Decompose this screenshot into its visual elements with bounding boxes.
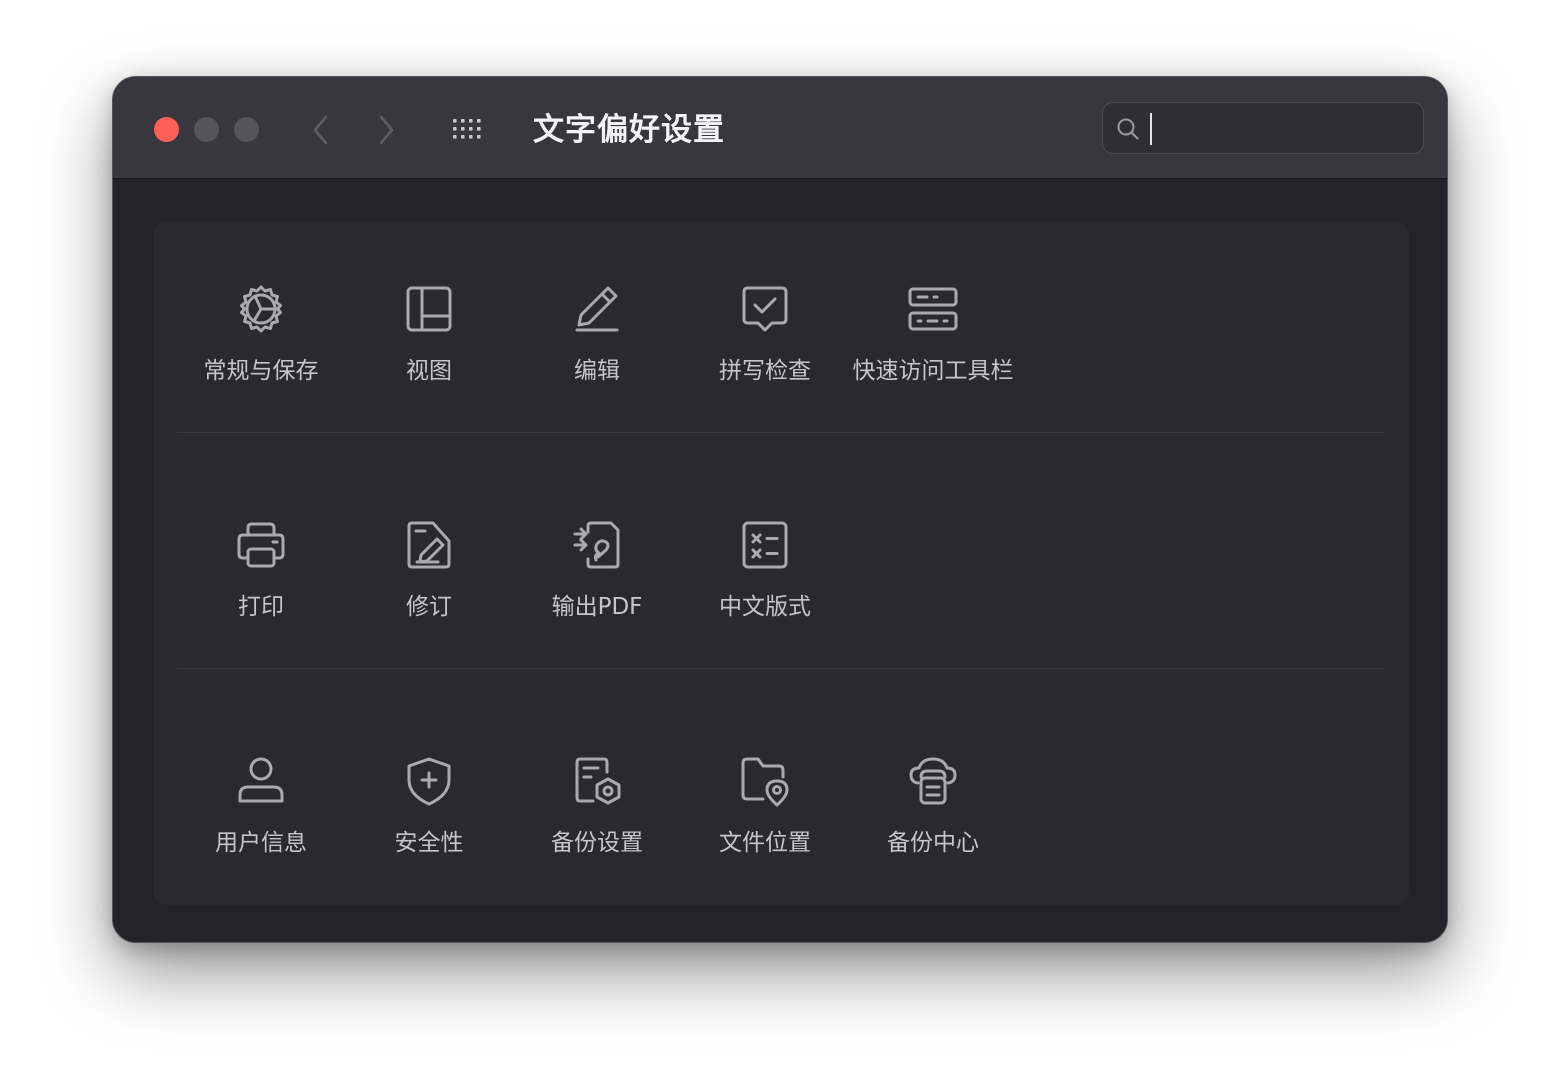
chinese-layout-icon (742, 521, 788, 569)
chevron-left-icon (313, 115, 328, 145)
window-title: 文字偏好设置 (533, 112, 725, 148)
preferences-row-3: 用户信息 安全性 备份设置 文件位置 备份中心 (153, 693, 1409, 929)
pref-label: 备份中心 (887, 830, 979, 856)
backup-settings-icon (575, 757, 621, 805)
printer-icon (237, 522, 285, 568)
grid-icon (453, 119, 481, 139)
minimize-button[interactable] (194, 117, 219, 142)
user-icon (238, 757, 284, 803)
preferences-row-2: 打印 修订 输出PDF 中文版式 (153, 457, 1409, 693)
preferences-window: 文字偏好设置 常规与保存 视图 编辑 拼写检查 快速访问工具栏 打印 修订 输出… (112, 76, 1448, 943)
pref-user-info[interactable]: 用户信息 (177, 693, 345, 929)
revision-icon (407, 521, 451, 569)
section-divider (177, 668, 1385, 669)
gear-icon (240, 285, 282, 333)
forward-button[interactable] (370, 113, 402, 147)
search-icon (1117, 118, 1139, 140)
pref-backup-settings[interactable]: 备份设置 (513, 693, 681, 929)
search-field[interactable] (1102, 102, 1424, 154)
folder-location-icon (741, 757, 789, 807)
layout-icon (406, 286, 452, 332)
shield-icon (407, 757, 451, 806)
pref-security[interactable]: 安全性 (345, 693, 513, 929)
zoom-button[interactable] (234, 117, 259, 142)
preferences-row-1: 常规与保存 视图 编辑 拼写检查 快速访问工具栏 (153, 221, 1409, 457)
pref-backup-center[interactable]: 备份中心 (849, 693, 1017, 929)
pref-file-location[interactable]: 文件位置 (681, 693, 849, 929)
section-divider (177, 432, 1385, 433)
pref-quick-access-toolbar[interactable]: 快速访问工具栏 (849, 221, 1017, 457)
pdf-export-icon (573, 521, 620, 569)
pref-chinese-layout[interactable]: 中文版式 (681, 457, 849, 693)
preferences-panel: 常规与保存 视图 编辑 拼写检查 快速访问工具栏 打印 修订 输出PDF 中文版… (153, 221, 1409, 905)
search-input[interactable] (1147, 109, 1415, 147)
title-bar: 文字偏好设置 (113, 77, 1447, 179)
toolbar-icon (908, 287, 958, 331)
pref-general-save[interactable]: 常规与保存 (177, 221, 345, 457)
pref-label: 中文版式 (719, 594, 811, 620)
pref-view[interactable]: 视图 (345, 221, 513, 457)
pencil-icon (575, 286, 619, 332)
pref-export-pdf[interactable]: 输出PDF (513, 457, 681, 693)
pref-edit[interactable]: 编辑 (513, 221, 681, 457)
back-button[interactable] (305, 113, 337, 147)
spellcheck-icon (742, 286, 788, 332)
pref-label: 快速访问工具栏 (852, 358, 1014, 384)
pref-spellcheck[interactable]: 拼写检查 (681, 221, 849, 457)
close-button[interactable] (154, 117, 179, 142)
pref-revision[interactable]: 修订 (345, 457, 513, 693)
pref-print[interactable]: 打印 (177, 457, 345, 693)
backup-center-icon (909, 757, 957, 805)
show-all-button[interactable] (451, 115, 485, 143)
chevron-right-icon (379, 115, 394, 145)
